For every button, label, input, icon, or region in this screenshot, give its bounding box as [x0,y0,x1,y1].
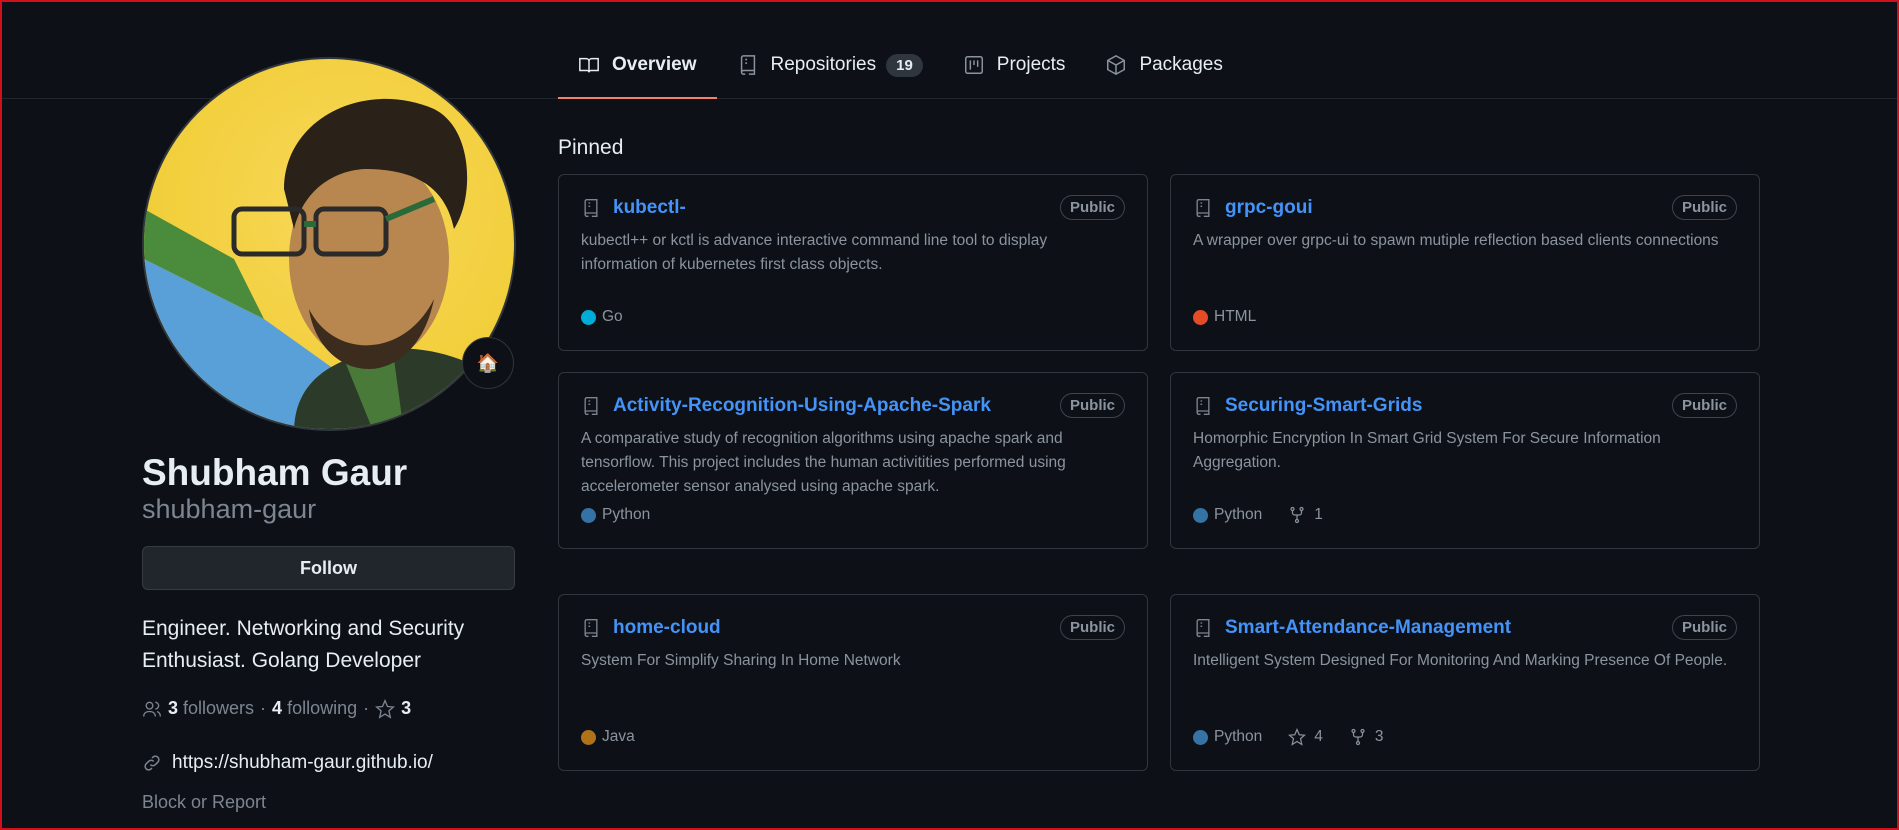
repo-icon [1196,396,1210,415]
star-icon [375,698,396,719]
avatar-container: 🏠 [142,57,516,431]
status-emoji-button[interactable]: 🏠 [462,337,514,389]
followers-label: followers [183,698,255,718]
following-label: following [287,698,358,718]
repo-language: Java [602,728,635,745]
forks-count: 1 [1314,506,1323,523]
visibility-badge: Public [1671,195,1737,220]
repo-icon [740,55,755,75]
visibility-badge: Public [1671,393,1737,418]
repo-description: A comparative study of recognition algor… [581,430,1066,495]
repo-language: Go [602,308,623,325]
profile-username: shubham-gaur [142,494,317,524]
stars-link[interactable]: 3 [375,698,416,719]
tab-repositories[interactable]: Repositories 19 [717,46,943,84]
repo-icon [584,198,598,217]
pinned-heading: Pinned [558,136,624,159]
profile-bio: Engineer. Networking and Security Enthus… [142,617,465,672]
repo-icon [584,396,598,415]
block-report-link[interactable]: Block or Report [142,792,266,813]
tab-packages[interactable]: Packages [1085,46,1242,84]
repo-link[interactable]: home-cloud [613,617,721,639]
repo-link[interactable]: kubectl- [613,197,686,219]
tab-overview-label: Overview [612,54,697,75]
visibility-badge: Public [1671,615,1737,640]
repositories-count-badge: 19 [886,53,923,77]
fork-icon [1351,728,1365,746]
repo-link[interactable]: Securing-Smart-Grids [1225,395,1422,417]
tab-packages-label: Packages [1139,54,1223,75]
forks-link[interactable]: 3 [1349,728,1384,746]
following-count: 4 [272,698,283,718]
people-icon [143,701,161,717]
language-color-dot [581,507,596,523]
tab-projects[interactable]: Projects [943,46,1086,84]
pinned-card: grpc-goui Public A wrapper over grpc-ui … [1170,174,1760,351]
avatar[interactable] [142,57,516,431]
repo-icon [584,618,598,637]
tab-overview[interactable]: Overview [558,46,717,99]
forks-link[interactable]: 1 [1288,506,1323,524]
visibility-badge: Public [1059,393,1125,418]
website-link[interactable]: https://shubham-gaur.github.io/ [172,752,433,774]
followers-count: 3 [168,698,179,718]
repo-language: Python [1214,728,1263,745]
pinned-card: Activity-Recognition-Using-Apache-Spark … [558,372,1148,549]
star-icon [1288,728,1307,746]
tab-bar: Overview Repositories 19 Projects Packag… [558,46,1243,99]
repo-language: Python [1214,506,1263,523]
repo-language: HTML [1214,308,1257,325]
avatar-image [144,98,514,429]
tab-projects-label: Projects [996,54,1066,75]
repo-description: kubectl++ or kctl is advance interactive… [581,232,1048,273]
stars-count: 4 [1314,728,1323,745]
pinned-card: kubectl- Public kubectl++ or kctl is adv… [558,174,1148,351]
language-color-dot [581,729,596,745]
language-color-dot [1193,729,1208,745]
profile-stats: 3 followers · 4 following · 3 [142,698,416,719]
stars-count: 3 [401,698,412,718]
pinned-card: Smart-Attendance-Management Public Intel… [1170,594,1760,771]
link-icon [144,755,160,771]
repo-language: Python [602,506,651,523]
book-icon [579,57,599,73]
tab-repositories-label: Repositories [770,54,877,75]
repo-link[interactable]: grpc-goui [1225,197,1313,219]
forks-count: 3 [1374,728,1384,745]
language-color-dot [1193,507,1208,523]
profile-website: https://shubham-gaur.github.io/ [142,752,433,774]
repo-description: Homorphic Encryption In Smart Grid Syste… [1193,430,1661,471]
repo-icon [1196,198,1210,217]
fork-icon [1290,506,1304,524]
project-icon [964,56,983,74]
pinned-card: Securing-Smart-Grids Public Homorphic En… [1170,372,1760,549]
repo-description: System For Simplify Sharing In Home Netw… [581,652,901,669]
language-color-dot [1193,309,1208,325]
visibility-badge: Public [1059,195,1125,220]
language-color-dot [581,309,596,325]
stats-separator: · [363,698,370,718]
followers-link[interactable]: 3 followers [142,698,254,719]
repo-icon [1196,618,1210,637]
follow-button[interactable]: Follow [142,546,515,590]
stars-link[interactable]: 4 [1288,728,1323,746]
package-icon [1107,54,1126,76]
repo-description: Intelligent System Designed For Monitori… [1193,652,1728,669]
repo-description: A wrapper over grpc-ui to spawn mutiple … [1193,232,1719,249]
pinned-card: home-cloud Public System For Simplify Sh… [558,594,1148,771]
repo-link[interactable]: Smart-Attendance-Management [1225,617,1511,639]
stats-separator: · [260,698,267,718]
profile-name: Shubham Gaur [142,452,408,493]
visibility-badge: Public [1059,615,1125,640]
repo-link[interactable]: Activity-Recognition-Using-Apache-Spark [613,395,991,417]
following-link[interactable]: 4 following [272,698,357,719]
